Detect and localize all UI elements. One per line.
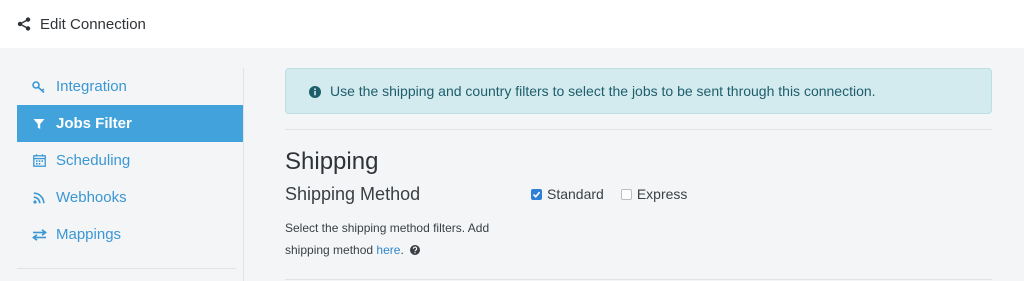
standard-checkbox[interactable]	[531, 188, 542, 200]
sidebar-divider	[17, 268, 236, 269]
standard-label: Standard	[547, 186, 604, 202]
express-label: Express	[636, 186, 688, 202]
shipping-method-link[interactable]: here	[376, 243, 400, 257]
sidebar-item-scheduling[interactable]: Scheduling	[17, 142, 243, 179]
share-icon	[17, 17, 31, 31]
rss-icon	[31, 191, 47, 205]
express-checkbox[interactable]	[620, 188, 632, 200]
sidebar-item-label: Webhooks	[56, 189, 127, 206]
sidebar-item-webhooks[interactable]: Webhooks	[17, 179, 243, 216]
sidebar-item-jobs-filter[interactable]: Jobs Filter	[17, 105, 243, 142]
info-alert: Use the shipping and country filters to …	[285, 68, 992, 114]
sidebar-nav: Integration Jobs Filter Scheduling Webho…	[17, 68, 243, 269]
calendar-icon	[31, 154, 47, 168]
sidebar-separator	[243, 68, 244, 281]
express-option[interactable]: Express	[620, 186, 688, 202]
divider	[285, 279, 992, 280]
page-title: Edit Connection	[40, 15, 146, 33]
shipping-method-options: Standard Express	[531, 186, 704, 202]
filter-icon	[31, 117, 47, 131]
header-bar: Edit Connection	[0, 0, 1024, 48]
exchange-icon	[31, 228, 47, 242]
shipping-method-label: Shipping Method	[285, 184, 421, 204]
standard-option[interactable]: Standard	[531, 186, 604, 202]
alert-text: Use the shipping and country filters to …	[330, 83, 876, 99]
sidebar-item-label: Jobs Filter	[56, 115, 132, 132]
sidebar-item-mappings[interactable]: Mappings	[17, 216, 243, 253]
info-icon	[309, 85, 321, 98]
shipping-method-help: Select the shipping method filters. Add …	[285, 217, 525, 261]
question-circle-icon[interactable]	[410, 240, 421, 255]
sidebar-item-label: Mappings	[56, 226, 122, 243]
divider	[285, 129, 992, 130]
sidebar-item-label: Integration	[56, 78, 127, 95]
help-suffix: .	[400, 243, 404, 257]
section-title: Shipping	[285, 148, 379, 175]
sidebar-item-integration[interactable]: Integration	[17, 68, 243, 105]
sidebar-item-label: Scheduling	[56, 152, 131, 169]
key-icon	[31, 80, 47, 94]
